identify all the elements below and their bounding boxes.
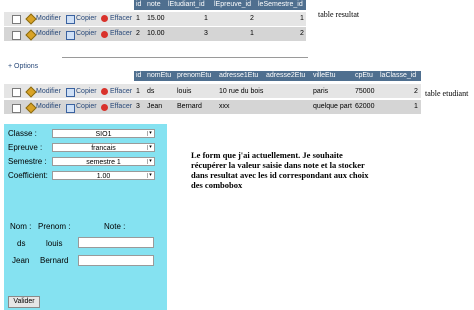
table1-col-epreuve[interactable]: lEpreuve_id [214,0,251,10]
cell-id: 3 [136,103,140,110]
delete-link[interactable]: Effacer [110,86,132,98]
options-link[interactable]: + Options [8,61,38,73]
cell-adresse1: 10 rue du bois [219,88,264,95]
copy-icon[interactable] [66,104,75,113]
copy-icon[interactable] [66,15,75,24]
semestre-label: Semestre : [8,157,47,166]
epreuve-select-value: francais [91,145,116,152]
classe-label: Classe : [8,129,37,138]
cell-etudiant: 1 [204,15,208,22]
cell-classe: 1 [414,103,418,110]
cell-classe: 2 [414,88,418,95]
copy-link[interactable]: Copier [76,101,97,113]
delete-icon[interactable] [101,104,108,111]
student-nom: ds [17,239,26,248]
classe-select[interactable]: SIO1 ▾ [52,129,155,138]
table1-caption: table resultat [318,10,360,19]
edit-link[interactable]: Modifier [36,13,61,25]
chevron-down-icon: ▾ [147,145,153,150]
coefficient-label: Coefficient: [8,171,48,180]
cell-nom: ds [147,88,155,95]
table2-col-adresse2[interactable]: adresse2Etu [266,71,305,81]
table1-col-semestre[interactable]: leSemestre_id [258,0,303,10]
cell-cp: 75000 [355,88,375,95]
table2-col-nom[interactable]: nomEtu [147,71,171,81]
semestre-select[interactable]: semestre 1 ▾ [52,157,155,166]
note-input[interactable] [78,237,154,248]
classe-select-value: SIO1 [95,131,112,138]
edit-link[interactable]: Modifier [36,28,61,40]
cell-ville: paris [313,88,329,95]
table2-col-id[interactable]: id [136,71,141,81]
table2-caption: table etudiant [425,89,469,98]
cell-semestre: 2 [300,30,304,37]
delete-icon[interactable] [101,31,108,38]
student-nom: Jean [12,256,30,265]
cell-note: 10.00 [147,30,165,37]
chevron-down-icon: ▾ [147,131,153,136]
cell-ville: quelque part [313,103,352,110]
copy-link[interactable]: Copier [76,86,97,98]
submit-button[interactable]: Valider [8,296,40,308]
delete-link[interactable]: Effacer [110,101,132,113]
copy-link[interactable]: Copier [76,28,97,40]
question-text: Le form que j'ai actuellement. Je souhai… [191,150,369,190]
edit-link[interactable]: Modifier [36,86,61,98]
semestre-select-value: semestre 1 [86,159,121,166]
table1-col-note[interactable]: note [147,0,161,10]
chevron-down-icon: ▾ [147,159,153,164]
epreuve-label: Epreuve : [8,143,43,152]
row-checkbox[interactable] [12,104,21,113]
copy-icon[interactable] [66,31,75,40]
table1-col-etudiant[interactable]: lEtudiant_id [168,0,205,10]
delete-link[interactable]: Effacer [110,28,132,40]
coefficient-select-value: 1.00 [96,173,111,180]
table2-col-cp[interactable]: cpEtu [355,71,373,81]
note-header: Note : [104,222,126,231]
epreuve-select[interactable]: francais ▾ [52,143,155,152]
cell-epreuve: 1 [250,30,254,37]
prenom-header: Prenom : [38,222,71,231]
table2-col-classe[interactable]: laClasse_id [380,71,416,81]
row-checkbox[interactable] [12,31,21,40]
cell-note: 15.00 [147,15,165,22]
cell-id: 1 [136,88,140,95]
chevron-down-icon: ▾ [147,173,153,178]
table2-col-adresse1[interactable]: adresse1Etu [219,71,258,81]
cell-prenom: Bernard [177,103,202,110]
cell-cp: 62000 [355,103,375,110]
table2-col-ville[interactable]: villeEtu [313,71,336,81]
delete-icon[interactable] [101,88,108,95]
copy-link[interactable]: Copier [76,13,97,25]
table2-col-prenom[interactable]: prenomEtu [177,71,211,81]
copy-icon[interactable] [66,88,75,97]
note-input[interactable] [78,255,154,266]
cell-id: 2 [136,30,140,37]
divider [62,57,308,58]
cell-nom: Jean [147,103,163,110]
student-prenom: louis [46,239,63,248]
cell-id: 1 [136,15,140,22]
row-checkbox[interactable] [12,15,21,24]
cell-adresse1: xxx [219,103,230,110]
cell-prenom: louis [177,88,192,95]
delete-link[interactable]: Effacer [110,13,132,25]
row-checkbox[interactable] [12,88,21,97]
nom-header: Nom : [10,222,32,231]
table1-col-id[interactable]: id [136,0,141,10]
student-prenom: Bernard [40,256,69,265]
cell-semestre: 1 [300,15,304,22]
cell-etudiant: 3 [204,30,208,37]
edit-link[interactable]: Modifier [36,101,61,113]
cell-epreuve: 2 [250,15,254,22]
delete-icon[interactable] [101,15,108,22]
coefficient-select[interactable]: 1.00 ▾ [52,171,155,180]
